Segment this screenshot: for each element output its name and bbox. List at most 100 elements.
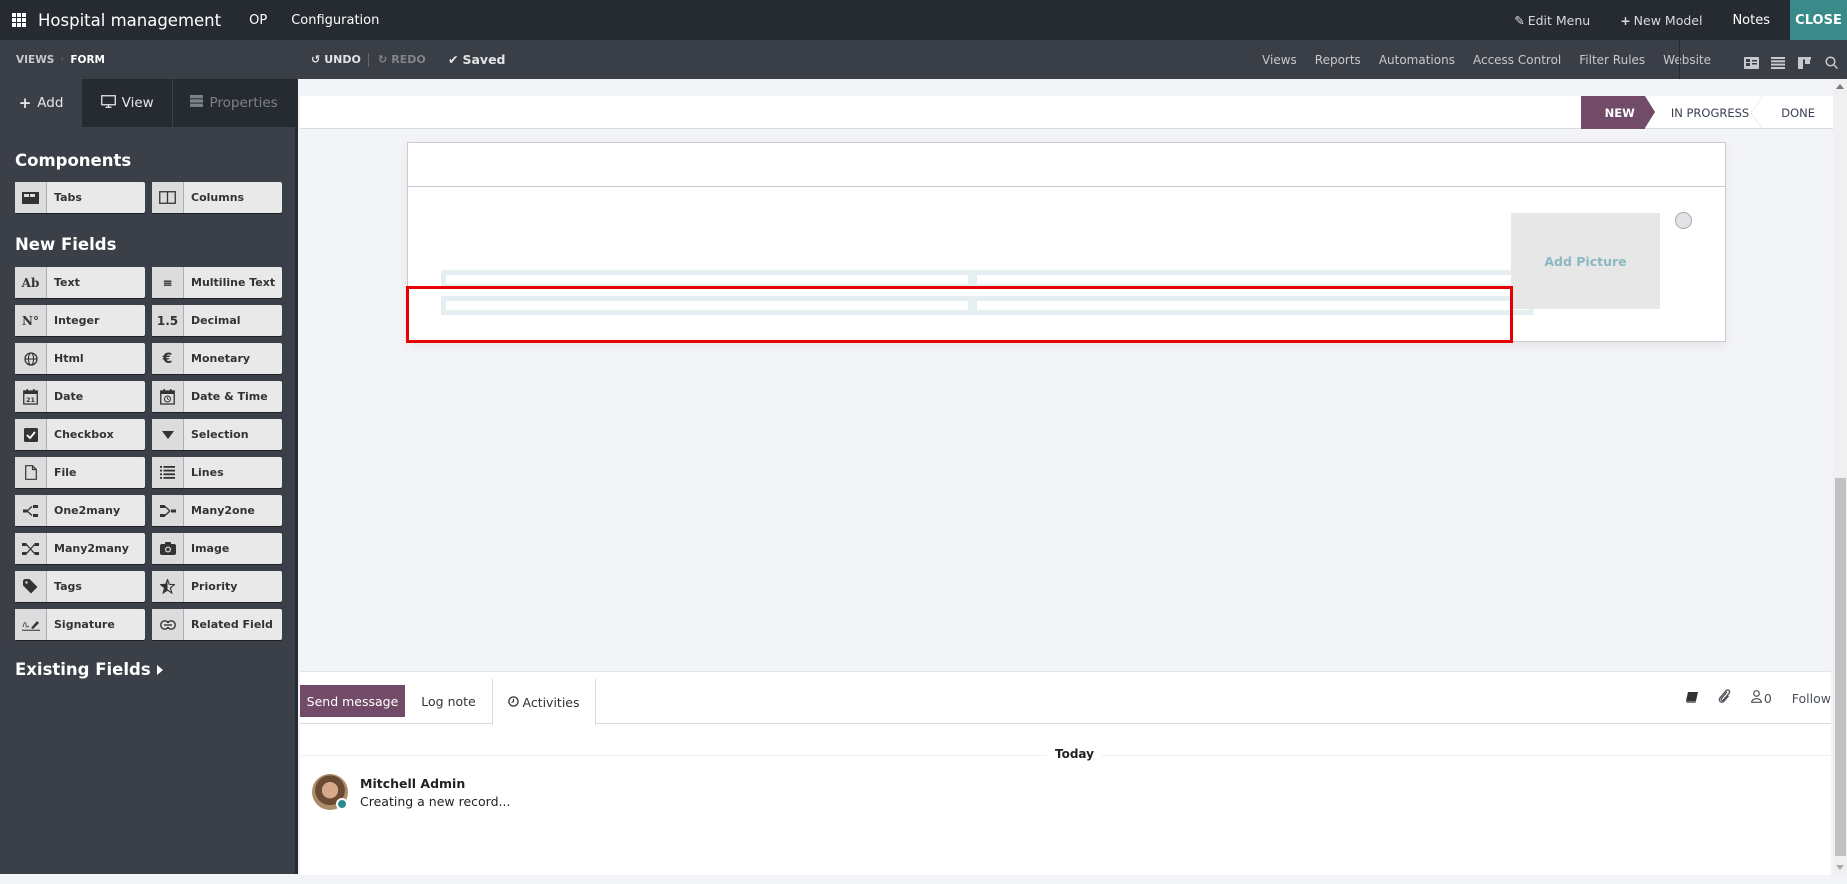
app-title[interactable]: Hospital management bbox=[38, 11, 221, 30]
activities-button[interactable]: Activities bbox=[492, 679, 596, 725]
server-icon bbox=[190, 95, 204, 111]
undo-button[interactable]: ↺ UNDO bbox=[311, 53, 361, 66]
signature-icon bbox=[15, 609, 47, 640]
columns-icon bbox=[152, 182, 184, 213]
pencil-icon: ✎ bbox=[1514, 12, 1525, 28]
menu-op[interactable]: OP bbox=[249, 13, 267, 28]
svg-text:21: 21 bbox=[26, 396, 36, 404]
log-note-button[interactable]: Log note bbox=[405, 685, 492, 717]
link-website[interactable]: Website bbox=[1663, 53, 1711, 67]
field-integer[interactable]: N° Integer bbox=[15, 305, 145, 336]
close-studio-button[interactable]: CLOSE bbox=[1790, 0, 1847, 40]
caret-down-icon bbox=[152, 419, 184, 450]
field-label: Text bbox=[54, 276, 80, 289]
search-icon[interactable] bbox=[1825, 54, 1840, 69]
field-text[interactable]: Ab Text bbox=[15, 267, 145, 298]
field-tags[interactable]: Tags bbox=[15, 571, 145, 602]
kanban-view-icon[interactable] bbox=[1798, 54, 1813, 69]
field-multiline-text[interactable]: ≡ Multiline Text bbox=[152, 267, 282, 298]
field-image[interactable]: Image bbox=[152, 533, 282, 564]
link-access-control[interactable]: Access Control bbox=[1473, 53, 1561, 67]
field-label: Monetary bbox=[191, 352, 251, 365]
add-picture-placeholder[interactable]: Add Picture bbox=[1511, 213, 1660, 309]
redo-button[interactable]: ↻ REDO bbox=[378, 53, 426, 66]
new-fields-heading: New Fields bbox=[15, 235, 117, 254]
sheet-header-area[interactable] bbox=[408, 143, 1725, 187]
field-priority[interactable]: Priority bbox=[152, 571, 282, 602]
field-selection[interactable]: Selection bbox=[152, 419, 282, 450]
follow-button[interactable]: Follow bbox=[1792, 691, 1831, 706]
tab-add[interactable]: + Add bbox=[0, 79, 83, 127]
link-reports[interactable]: Reports bbox=[1315, 53, 1361, 67]
breadcrumb-form: FORM bbox=[70, 53, 105, 66]
studio-links: Views Reports Automations Access Control… bbox=[1262, 53, 1711, 67]
link-filter-rules[interactable]: Filter Rules bbox=[1579, 53, 1645, 67]
check-icon: ✔ bbox=[448, 52, 459, 67]
clock-icon bbox=[508, 695, 520, 710]
status-circle-placeholder[interactable] bbox=[1675, 212, 1692, 229]
new-model-link[interactable]: + New Model bbox=[1620, 13, 1702, 28]
decimal-icon: 1.5 bbox=[152, 305, 184, 336]
field-many2one[interactable]: Many2one bbox=[152, 495, 282, 526]
paperclip-icon[interactable] bbox=[1718, 689, 1731, 707]
star-icon bbox=[152, 571, 184, 602]
many2many-icon bbox=[15, 533, 47, 564]
link-automations[interactable]: Automations bbox=[1379, 53, 1455, 67]
field-decimal[interactable]: 1.5 Decimal bbox=[152, 305, 282, 336]
notes-button[interactable]: Notes bbox=[1732, 13, 1770, 28]
user-icon bbox=[1750, 690, 1762, 706]
field-one2many[interactable]: One2many bbox=[15, 495, 145, 526]
avatar[interactable] bbox=[312, 774, 348, 810]
tab-view[interactable]: View bbox=[82, 79, 174, 127]
field-label: Decimal bbox=[191, 314, 241, 327]
field-checkbox[interactable]: Checkbox bbox=[15, 419, 145, 450]
existing-fields-toggle[interactable]: Existing Fields bbox=[15, 660, 295, 679]
followers-button[interactable]: 0 bbox=[1750, 690, 1772, 706]
field-many2many[interactable]: Many2many bbox=[15, 533, 145, 564]
plus-icon: + bbox=[1620, 12, 1631, 28]
field-html[interactable]: Html bbox=[15, 343, 145, 374]
component-columns[interactable]: Columns bbox=[152, 182, 282, 213]
field-label: File bbox=[54, 466, 77, 479]
message-author[interactable]: Mitchell Admin bbox=[360, 776, 465, 791]
edit-menu-link[interactable]: ✎ Edit Menu bbox=[1514, 13, 1590, 28]
tab-properties-label: Properties bbox=[209, 95, 278, 111]
field-label: One2many bbox=[54, 504, 121, 517]
field-signature[interactable]: Signature bbox=[15, 609, 145, 640]
tab-properties[interactable]: Properties bbox=[173, 79, 295, 127]
component-tabs[interactable]: Tabs bbox=[15, 182, 145, 213]
list-view-icon[interactable] bbox=[1771, 54, 1786, 69]
vertical-scrollbar[interactable] bbox=[1833, 79, 1847, 875]
chatter: Send message Log note Activities 0 Follo… bbox=[300, 671, 1831, 875]
existing-fields-heading: Existing Fields bbox=[15, 660, 151, 679]
scrollbar-thumb[interactable] bbox=[1835, 478, 1846, 856]
field-datetime[interactable]: Date & Time bbox=[152, 381, 282, 412]
field-monetary[interactable]: € Monetary bbox=[152, 343, 282, 374]
field-file[interactable]: File bbox=[15, 457, 145, 488]
view-switcher bbox=[1744, 54, 1840, 69]
scroll-down-arrow-icon[interactable] bbox=[1836, 865, 1844, 870]
apps-grid-icon[interactable] bbox=[12, 13, 26, 27]
breadcrumb-separator: › bbox=[60, 54, 65, 65]
link-views[interactable]: Views bbox=[1262, 53, 1297, 67]
form-view-icon[interactable] bbox=[1744, 54, 1759, 69]
menu-configuration[interactable]: Configuration bbox=[291, 13, 379, 28]
book-icon[interactable] bbox=[1685, 691, 1698, 706]
scroll-up-arrow-icon[interactable] bbox=[1836, 84, 1844, 89]
field-lines[interactable]: Lines bbox=[152, 457, 282, 488]
date-separator-label: Today bbox=[1047, 747, 1102, 761]
stage-in-progress[interactable]: IN PROGRESS bbox=[1645, 96, 1764, 129]
field-date[interactable]: 21 Date bbox=[15, 381, 145, 412]
form-editor-canvas: NEW IN PROGRESS DONE Add Picture Send me… bbox=[298, 79, 1833, 875]
send-message-button[interactable]: Send message bbox=[300, 685, 405, 717]
stage-new[interactable]: NEW bbox=[1580, 96, 1656, 129]
redo-icon: ↻ bbox=[378, 53, 388, 66]
monitor-icon bbox=[100, 94, 116, 112]
breadcrumb-views[interactable]: VIEWS bbox=[16, 54, 54, 66]
sidebar-tabs: + Add View Properties bbox=[0, 79, 295, 127]
saved-label: Saved bbox=[462, 52, 506, 67]
toolbar-divider bbox=[1679, 40, 1680, 79]
top-navbar: Hospital management OP Configuration ✎ E… bbox=[0, 0, 1847, 40]
stage-done[interactable]: DONE bbox=[1759, 96, 1833, 129]
field-related[interactable]: Related Field bbox=[152, 609, 282, 640]
